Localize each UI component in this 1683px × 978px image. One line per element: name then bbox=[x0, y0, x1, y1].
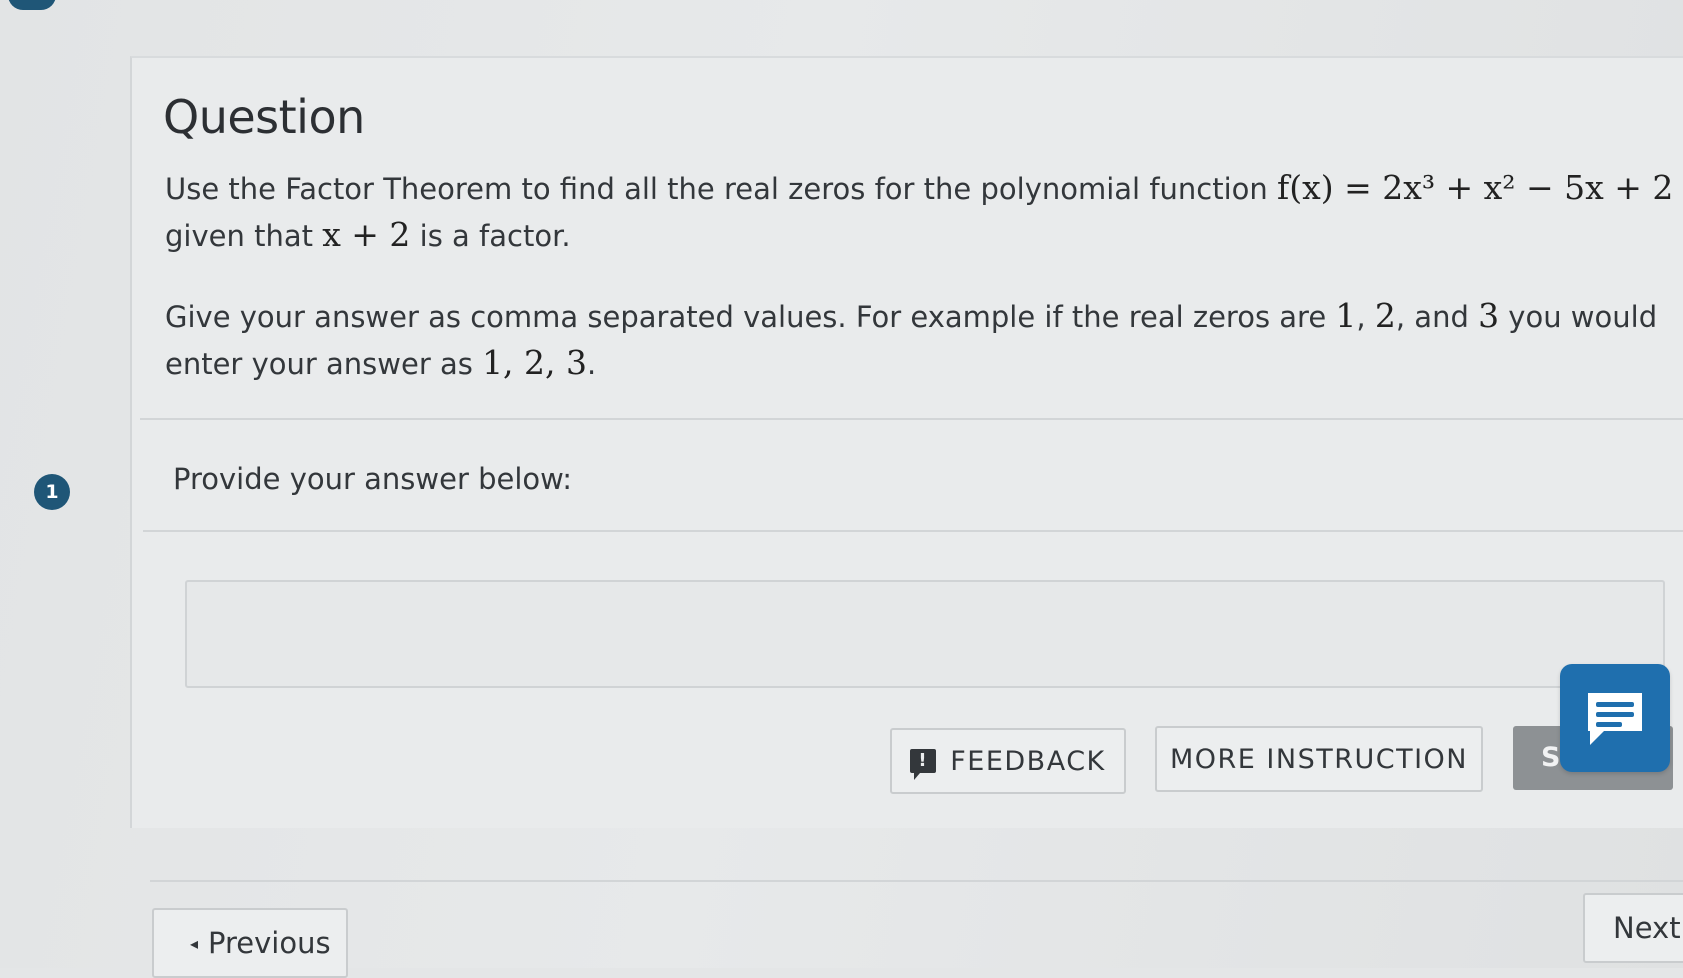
more-instruction-label: MORE INSTRUCTION bbox=[1169, 743, 1469, 775]
question-text-lead: Use the Factor Theorem to find all the r… bbox=[165, 172, 1268, 206]
next-button-label: Next bbox=[1613, 911, 1681, 945]
instruction-period: . bbox=[587, 347, 597, 381]
feedback-button-label: FEEDBACK bbox=[950, 745, 1106, 777]
page-title: Question bbox=[163, 90, 365, 144]
question-text-mid: given that bbox=[165, 219, 313, 253]
example-format: 1, 2, 3 bbox=[482, 343, 588, 382]
instruction-lead: Give your answer as comma separated valu… bbox=[165, 300, 1327, 334]
caret-left-icon: ◂ bbox=[190, 933, 199, 953]
feedback-button[interactable]: ! FEEDBACK bbox=[890, 728, 1126, 794]
answer-input[interactable] bbox=[185, 580, 1665, 688]
example-value-a: 1 bbox=[1335, 296, 1357, 335]
next-button[interactable]: Next bbox=[1583, 893, 1683, 963]
section-divider bbox=[140, 418, 1683, 420]
answer-divider bbox=[143, 530, 1683, 532]
submit-button-label: S bbox=[1541, 742, 1561, 773]
question-paragraph-1: Use the Factor Theorem to find all the r… bbox=[165, 165, 1683, 259]
footer-divider bbox=[150, 880, 1683, 882]
question-paragraph-2: Give your answer as comma separated valu… bbox=[165, 296, 1658, 382]
chat-widget-button[interactable] bbox=[1560, 664, 1670, 772]
chat-bubble-icon bbox=[1588, 693, 1642, 745]
previous-button-label: Previous bbox=[208, 926, 331, 960]
example-value-b: 2 bbox=[1374, 296, 1396, 335]
question-text-tail: is a factor. bbox=[419, 219, 571, 253]
instruction-and: and bbox=[1414, 300, 1469, 334]
example-value-c: 3 bbox=[1478, 296, 1500, 335]
alert-icon: ! bbox=[910, 749, 937, 780]
more-instruction-button[interactable]: MORE INSTRUCTION bbox=[1155, 726, 1483, 792]
function-expression: f(x) = 2x³ + x² − 5x + 2 bbox=[1277, 168, 1674, 207]
factor-expression: x + 2 bbox=[322, 215, 411, 254]
answer-prompt: Provide your answer below: bbox=[173, 462, 573, 496]
step-number-badge: 1 bbox=[34, 474, 70, 510]
